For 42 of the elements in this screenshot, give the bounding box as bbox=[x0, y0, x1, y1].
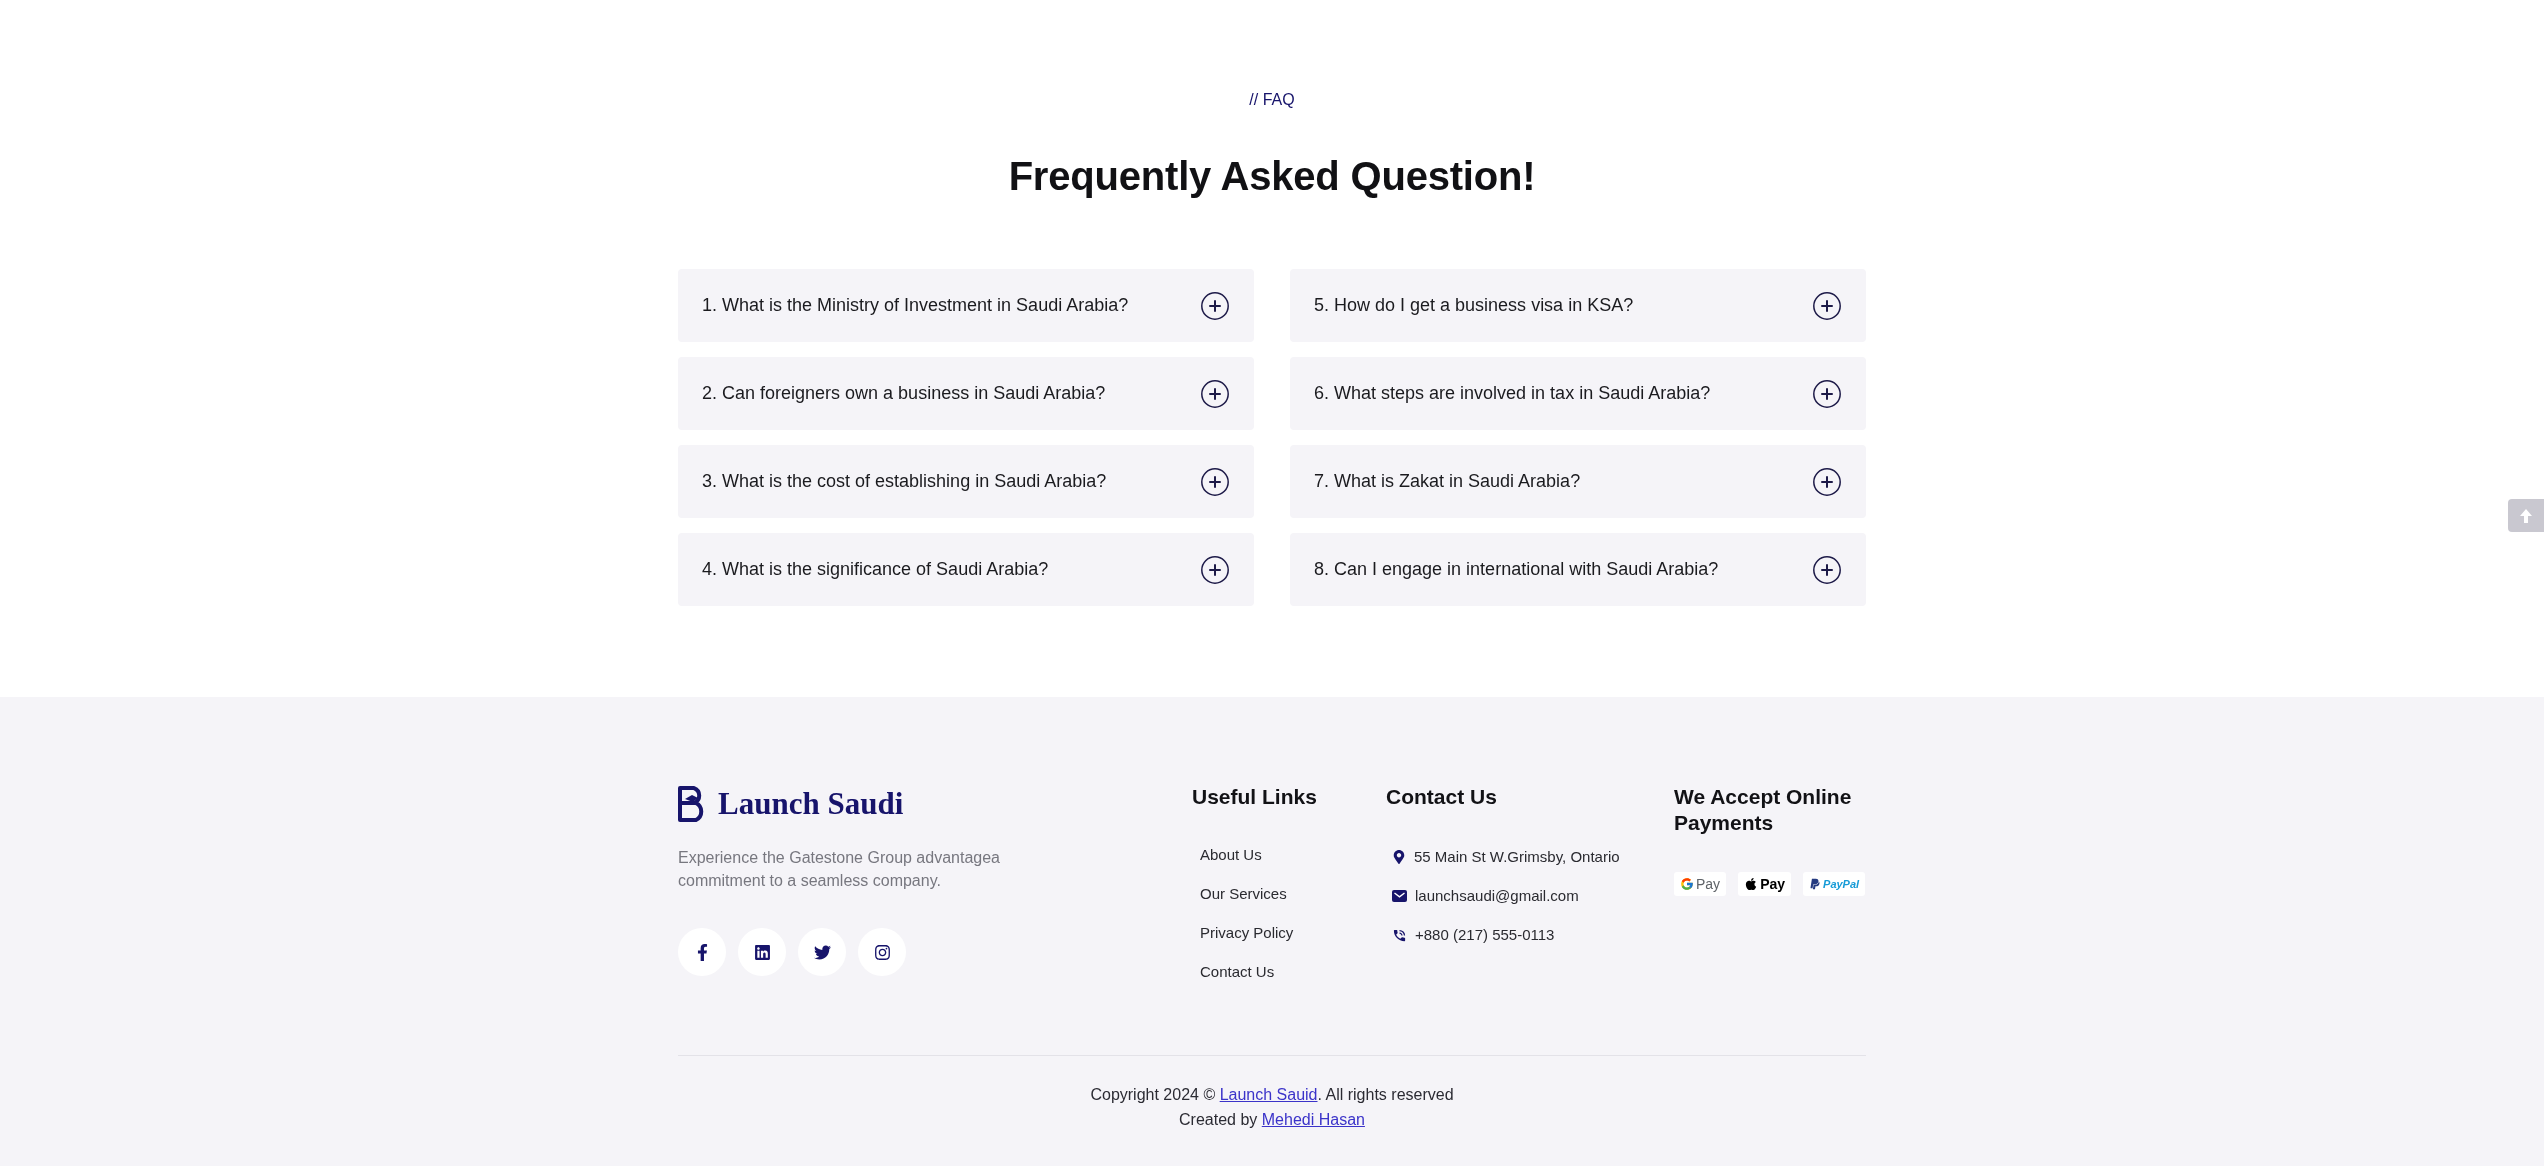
faq-item[interactable]: 1. What is the Ministry of Investment in Saudi Arabia? bbox=[678, 269, 1254, 342]
footer-link[interactable]: Privacy Policy bbox=[1200, 923, 1294, 943]
footer-link[interactable]: Contact Us bbox=[1200, 962, 1275, 982]
phone-text: +880 (217) 555-0113 bbox=[1415, 925, 1555, 945]
map-pin-icon bbox=[1392, 850, 1406, 864]
footer-link[interactable]: About Us bbox=[1200, 845, 1262, 865]
author-link[interactable]: Mehedi Hasan bbox=[1261, 1111, 1365, 1128]
credit-text: Created by Mehedi Hasan bbox=[1179, 1110, 1365, 1130]
payment-label: Pay bbox=[1696, 875, 1721, 894]
phone-icon bbox=[1392, 927, 1407, 943]
social-link[interactable] bbox=[798, 928, 846, 976]
faq-item[interactable]: 3. What is the cost of establishing in Saudi Arabia? bbox=[678, 445, 1254, 518]
copyright-text: Copyright 2024 © Launch Sauid. All rights reserved bbox=[1090, 1085, 1454, 1105]
up-arrow-icon bbox=[2519, 507, 2533, 524]
social-link[interactable] bbox=[858, 928, 906, 976]
p-letter-icon bbox=[1809, 878, 1822, 890]
address-text: 55 Main St W.Grimsby, Ontario bbox=[1414, 847, 1620, 867]
envelope-icon bbox=[1392, 890, 1407, 902]
section-label: // FAQ bbox=[1249, 90, 1295, 110]
faq-item[interactable]: 2. Can foreigners own a business in Saudi Arabia? bbox=[678, 357, 1254, 430]
camera-icon bbox=[873, 943, 891, 961]
brand-name: Launch Saudi bbox=[718, 786, 904, 822]
social-link[interactable] bbox=[738, 928, 786, 976]
column-heading: Useful Links bbox=[1192, 784, 1318, 810]
column-heading: We Accept Online Payments bbox=[1674, 784, 1853, 836]
social-link[interactable] bbox=[678, 928, 726, 976]
section-title: Frequently Asked Question! bbox=[1008, 153, 1536, 200]
faq-item[interactable]: 4. What is the significance of Saudi Arabia? bbox=[678, 533, 1254, 606]
payment-label: PayPal bbox=[1823, 877, 1860, 892]
faq-item[interactable]: 5. How do I get a business visa in KSA? bbox=[1290, 269, 1866, 342]
faq-item[interactable]: 7. What is Zakat in Saudi Arabia? bbox=[1290, 445, 1866, 518]
brand-description: Experience the Gatestone Group advantagea commitment to a seamless company. bbox=[678, 848, 1001, 891]
column-heading: Contact Us bbox=[1386, 784, 1498, 810]
faq-item[interactable]: 6. What steps are involved in tax in Saudi Arabia? bbox=[1290, 357, 1866, 430]
g-letter-icon bbox=[1680, 877, 1694, 891]
bird-icon bbox=[813, 943, 831, 961]
footer-link[interactable]: Our Services bbox=[1200, 884, 1287, 904]
email-text: launchsaudi@gmail.com bbox=[1415, 886, 1579, 906]
site-link[interactable]: Launch Sauid bbox=[1219, 1086, 1318, 1103]
apple-icon bbox=[1744, 877, 1759, 891]
faq-item[interactable]: 8. Can I engage in international with Saudi Arabia? bbox=[1290, 533, 1866, 606]
payment-label: Pay bbox=[1760, 875, 1786, 894]
